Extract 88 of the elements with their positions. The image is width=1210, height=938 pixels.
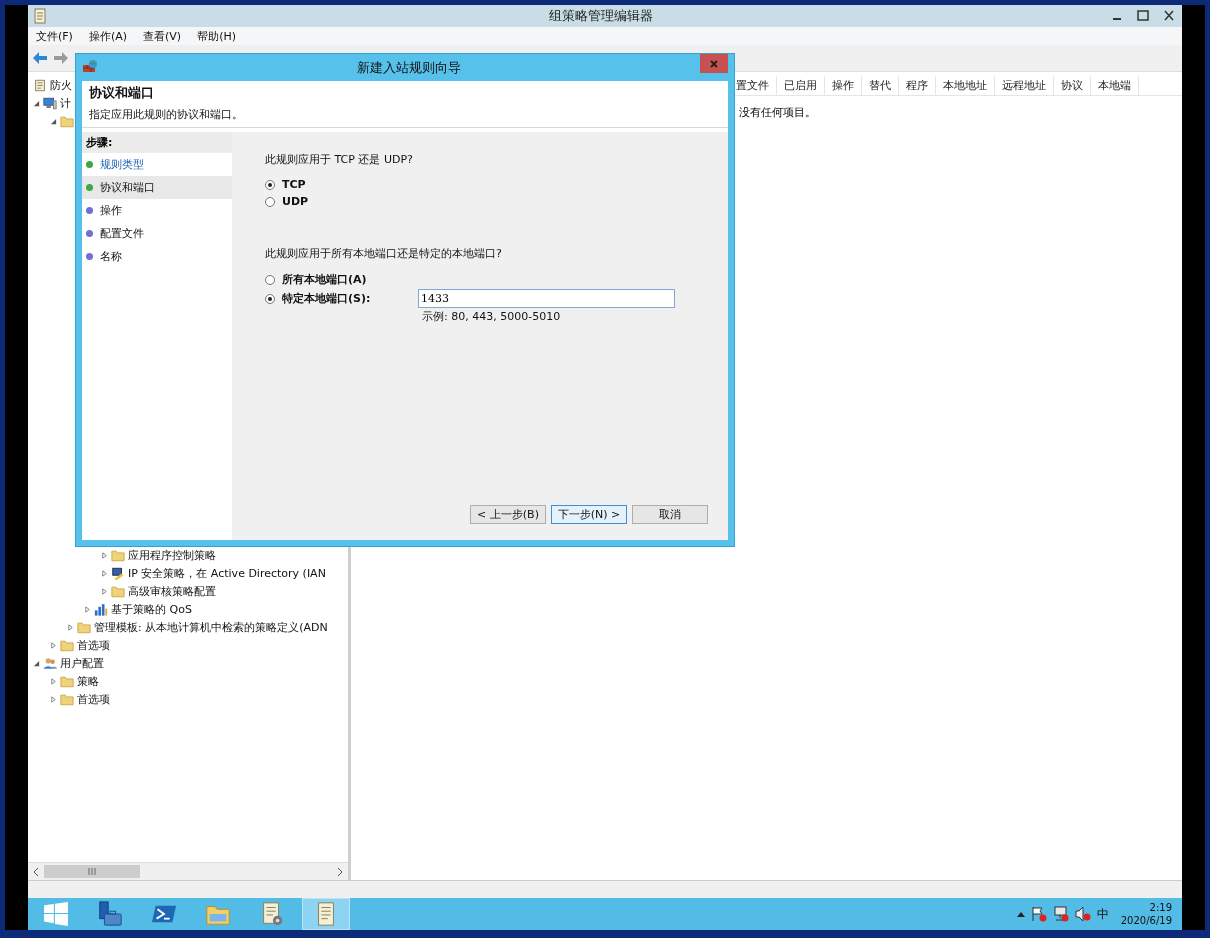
collapsed-arrow-icon[interactable] <box>50 641 57 649</box>
taskbar-app-button[interactable] <box>302 898 350 930</box>
wizard-step[interactable]: 操作 <box>82 199 232 222</box>
close-icon <box>709 58 719 69</box>
tree-item[interactable]: 首选项 <box>77 637 110 653</box>
folder-icon <box>111 584 125 598</box>
tree-item[interactable]: IP 安全策略，在 Active Directory (IAN <box>128 565 326 581</box>
scrollbar-thumb[interactable] <box>44 865 140 878</box>
wizard-step[interactable]: 协议和端口 <box>82 176 232 199</box>
document-icon <box>33 78 47 92</box>
dialog-title: 新建入站规则向导 <box>356 59 462 77</box>
menu-item[interactable]: 查看(V) <box>143 28 182 44</box>
wizard-button[interactable]: 下一步(N) > <box>551 505 627 524</box>
back-arrow-icon[interactable] <box>32 51 48 65</box>
input-method-indicator[interactable]: 中 <box>1096 905 1109 923</box>
tree-item[interactable]: 管理模板: 从本地计算机中检索的策略定义(ADN <box>94 619 328 635</box>
menu-item[interactable]: 帮助(H) <box>197 28 236 44</box>
folder-icon <box>60 638 74 652</box>
computer-shield-icon <box>111 566 125 580</box>
steps-heading: 步骤: <box>82 132 232 153</box>
clock-time[interactable]: 2:19 <box>1149 901 1172 914</box>
tree-item[interactable]: 策略 <box>77 673 99 689</box>
column-header[interactable]: 本地端 <box>1091 76 1139 95</box>
tree-item[interactable]: 首选项 <box>77 691 110 707</box>
firewall-globe-icon <box>82 59 98 73</box>
folder-icon <box>77 620 91 634</box>
network-icon[interactable] <box>1052 906 1069 922</box>
folder-icon <box>60 674 74 688</box>
bar-chart-icon <box>94 602 108 616</box>
collapsed-arrow-icon[interactable] <box>67 623 74 631</box>
windows-logo-icon <box>43 901 69 927</box>
users-icon <box>43 656 57 670</box>
page-heading: 协议和端口 <box>89 84 155 102</box>
question-text: 此规则应用于所有本地端口还是特定的本地端口? <box>265 246 503 261</box>
caret-up-icon[interactable] <box>1016 911 1025 917</box>
tree-item[interactable]: 防火 <box>50 77 72 93</box>
document-icon <box>33 8 47 24</box>
tree-item[interactable]: 高级审核策略配置 <box>128 583 216 599</box>
menu-item[interactable]: 操作(A) <box>88 28 128 44</box>
page-description: 指定应用此规则的协议和端口。 <box>89 107 244 122</box>
grip-icon <box>88 868 96 875</box>
wizard-button[interactable]: < 上一步(B) <box>470 505 546 524</box>
question-text: 此规则应用于 TCP 还是 UDP? <box>265 152 414 167</box>
wizard-step[interactable]: 配置文件 <box>82 222 232 245</box>
wizard-button[interactable]: 取消 <box>632 505 708 524</box>
speaker-muted-icon[interactable] <box>1074 906 1091 922</box>
column-header[interactable]: 已启用 <box>777 76 825 95</box>
folder-icon <box>60 692 74 706</box>
radio-option[interactable]: 特定本地端口(S): <box>265 290 418 307</box>
radio-option[interactable]: 所有本地端口(A) <box>265 271 418 288</box>
tree-item[interactable]: 应用程序控制策略 <box>128 547 216 563</box>
folder-icon <box>60 114 74 128</box>
tree-item[interactable]: 计 <box>60 95 71 111</box>
scroll-left-icon[interactable] <box>33 867 39 876</box>
collapsed-arrow-icon[interactable] <box>101 569 108 577</box>
horizontal-scrollbar[interactable] <box>28 862 348 880</box>
server-toolbox-icon <box>97 901 123 927</box>
scroll-right-icon[interactable] <box>337 867 343 876</box>
example-hint: 示例: 80, 443, 5000-5010 <box>422 309 562 324</box>
window-title: 组策略管理编辑器 <box>547 7 654 25</box>
clock-date[interactable]: 2020/6/19 <box>1120 914 1172 927</box>
collapsed-arrow-icon[interactable] <box>50 695 57 703</box>
collapsed-arrow-icon[interactable] <box>101 551 108 559</box>
tree-item[interactable]: 用户配置 <box>60 655 104 671</box>
radio-option[interactable]: UDP <box>265 193 309 210</box>
column-header[interactable]: 操作 <box>825 76 862 95</box>
collapsed-arrow-icon[interactable] <box>101 587 108 595</box>
expanded-arrow-icon[interactable] <box>33 99 40 107</box>
collapsed-arrow-icon[interactable] <box>84 605 91 613</box>
expanded-arrow-icon[interactable] <box>50 117 57 125</box>
radio-option[interactable]: TCP <box>265 176 306 193</box>
empty-list-message: 没有任何项目。 <box>739 106 816 119</box>
wizard-step[interactable]: 规则类型 <box>82 153 232 176</box>
column-header[interactable]: 本地地址 <box>936 76 995 95</box>
menu-item[interactable]: 文件(F) <box>36 28 73 44</box>
port-input-field[interactable]: 1433 <box>418 289 675 308</box>
column-header[interactable]: 远程地址 <box>995 76 1054 95</box>
column-header[interactable]: 协议 <box>1054 76 1091 95</box>
wizard-step[interactable]: 名称 <box>82 245 232 268</box>
column-header[interactable]: 替代 <box>862 76 899 95</box>
close-button[interactable] <box>700 54 728 73</box>
collapsed-arrow-icon[interactable] <box>50 677 57 685</box>
column-header[interactable]: 程序 <box>899 76 936 95</box>
forward-arrow-icon[interactable] <box>53 51 69 65</box>
tree-item[interactable]: 基于策略的 QoS <box>111 601 192 617</box>
flag-warning-icon[interactable] <box>1030 906 1047 922</box>
computer-icon <box>43 96 57 110</box>
expanded-arrow-icon[interactable] <box>33 659 40 667</box>
